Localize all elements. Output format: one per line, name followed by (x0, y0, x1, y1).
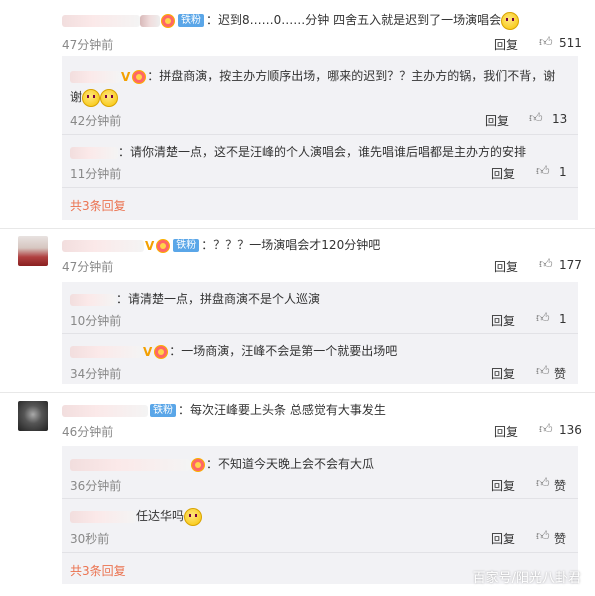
comment-body: 铁粉 ：迟到8……0……分钟 四舍五入就是迟到了一场演唱会 (62, 11, 520, 30)
comment-time: 47分钟前 (62, 38, 114, 52)
like-count[interactable]: 177 (559, 258, 582, 272)
like-button[interactable]: 赞 (554, 477, 566, 494)
reply-text: ：请你清楚一点，这不是汪峰的个人演唱会，谁先唱谁后唱都是主办方的安排 (118, 145, 527, 159)
reply-time: 30秒前 (70, 532, 110, 546)
like-button[interactable]: 赞 (554, 365, 566, 382)
username-blurred[interactable] (62, 239, 144, 252)
watermark: 百家号/阳光八卦君 (472, 571, 581, 586)
smile-emoji-icon (82, 88, 101, 107)
reply-body-cont: 谢 (70, 88, 119, 107)
comment-time: 46分钟前 (62, 425, 114, 439)
avatar[interactable] (18, 401, 48, 431)
avatar[interactable] (18, 236, 48, 266)
reply-body: ：请你清楚一点，这不是汪峰的个人演唱会，谁先唱谁后唱都是主办方的安排 (70, 143, 526, 160)
smile-emoji-icon (100, 88, 119, 107)
medal-icon (132, 69, 147, 84)
like-count[interactable]: 511 (559, 36, 582, 50)
username-blurred[interactable] (70, 146, 118, 159)
reply-button[interactable]: 回复 (491, 165, 515, 182)
medal-icon (156, 238, 171, 253)
reply-body: ：请清楚一点，拼盘商演不是个人巡演 (70, 290, 320, 307)
reply-time: 42分钟前 (70, 114, 122, 128)
fan-badge[interactable]: 铁粉 (178, 14, 204, 27)
reply-button[interactable]: 回复 (491, 365, 515, 382)
thumbs-up-icon[interactable]: 👍︎ (536, 165, 550, 179)
username-blurred[interactable] (70, 510, 136, 523)
reply-button[interactable]: 回复 (494, 36, 518, 53)
reply-text: 任达华吗 (136, 509, 185, 523)
like-count[interactable]: 13 (552, 112, 567, 126)
v-badge-icon: V (145, 238, 155, 253)
reply-button[interactable]: 回复 (491, 530, 515, 547)
like-count[interactable]: 136 (559, 423, 582, 437)
reply-text-cont: 谢 (70, 90, 83, 104)
medal-icon (161, 13, 175, 28)
reply-button[interactable]: 回复 (485, 112, 509, 129)
comment-text: ：？？？一场演唱会才120分钟吧 (201, 238, 381, 252)
comment-body: V 铁粉 ：？？？一场演唱会才120分钟吧 (62, 236, 380, 253)
username-blurred[interactable] (70, 458, 190, 471)
reply-button[interactable]: 回复 (491, 312, 515, 329)
view-more-replies-link[interactable]: 共3条回复 (70, 562, 126, 579)
view-more-replies-link[interactable]: 共3条回复 (70, 197, 126, 214)
v-badge-icon: V (121, 69, 131, 84)
comment-text: ：迟到8……0……分钟 四舍五入就是迟到了一场演唱会 (206, 13, 502, 27)
reply-button[interactable]: 回复 (494, 258, 518, 275)
thumbs-up-icon[interactable]: 👍︎ (536, 365, 550, 379)
reply-time: 11分钟前 (70, 167, 122, 181)
reply-divider (62, 134, 578, 135)
thumbs-up-icon[interactable]: 👍︎ (539, 36, 553, 50)
reply-divider (62, 187, 578, 188)
username-blurred[interactable] (70, 293, 116, 306)
like-button[interactable]: 赞 (554, 530, 566, 547)
medal-icon (191, 457, 205, 472)
reply-divider (62, 498, 578, 499)
reply-button[interactable]: 回复 (491, 477, 515, 494)
thumbs-up-icon[interactable]: 👍︎ (536, 477, 550, 491)
thumbs-up-icon[interactable]: 👍︎ (539, 423, 553, 437)
reply-divider (62, 333, 578, 334)
v-badge-icon: V (143, 344, 153, 359)
reply-body: ：不知道今天晚上会不会有大瓜 (70, 455, 374, 472)
reply-time: 36分钟前 (70, 479, 122, 493)
thumbs-up-icon[interactable]: 👍︎ (536, 312, 550, 326)
like-count[interactable]: 1 (559, 165, 567, 179)
username-blurred[interactable] (70, 70, 120, 83)
reply-text: ：请清楚一点，拼盘商演不是个人巡演 (116, 292, 321, 306)
thumbs-up-icon[interactable]: 👍︎ (529, 112, 543, 126)
username-blurred[interactable] (70, 345, 142, 358)
thumbs-up-icon[interactable]: 👍︎ (539, 258, 553, 272)
reply-text: ：不知道今天晚上会不会有大瓜 (206, 457, 375, 471)
comment-time: 47分钟前 (62, 260, 114, 274)
reply-time: 34分钟前 (70, 367, 122, 381)
fan-badge[interactable]: 铁粉 (173, 239, 200, 252)
comment-body: 铁粉 ：每次汪峰要上头条 总感觉有大事发生 (62, 401, 386, 418)
reply-body: V ：一场商演，汪峰不会是第一个就要出场吧 (70, 342, 397, 359)
reply-button[interactable]: 回复 (494, 423, 518, 440)
reply-divider (62, 552, 578, 553)
reply-body: V ：拼盘商演，按主办方顺序出场，哪来的迟到？？主办方的锅，我们不背，谢 (70, 67, 555, 84)
thread-divider (0, 392, 595, 393)
smile-emoji-icon (184, 507, 203, 526)
username-blurred (140, 14, 160, 27)
like-count[interactable]: 1 (559, 312, 567, 326)
smile-emoji-icon (501, 11, 520, 30)
comment-text: ：每次汪峰要上头条 总感觉有大事发生 (178, 403, 386, 417)
fan-badge[interactable]: 铁粉 (150, 404, 176, 417)
reply-body: 任达华吗 (70, 507, 203, 526)
reply-text: ：拼盘商演，按主办方顺序出场，哪来的迟到？？主办方的锅，我们不背，谢 (147, 69, 556, 83)
username-blurred[interactable] (62, 14, 140, 27)
username-blurred[interactable] (62, 404, 148, 417)
thread-divider (0, 228, 595, 229)
reply-text: ：一场商演，汪峰不会是第一个就要出场吧 (169, 344, 398, 358)
thumbs-up-icon[interactable]: 👍︎ (536, 530, 550, 544)
medal-icon (154, 344, 169, 359)
reply-time: 10分钟前 (70, 314, 122, 328)
